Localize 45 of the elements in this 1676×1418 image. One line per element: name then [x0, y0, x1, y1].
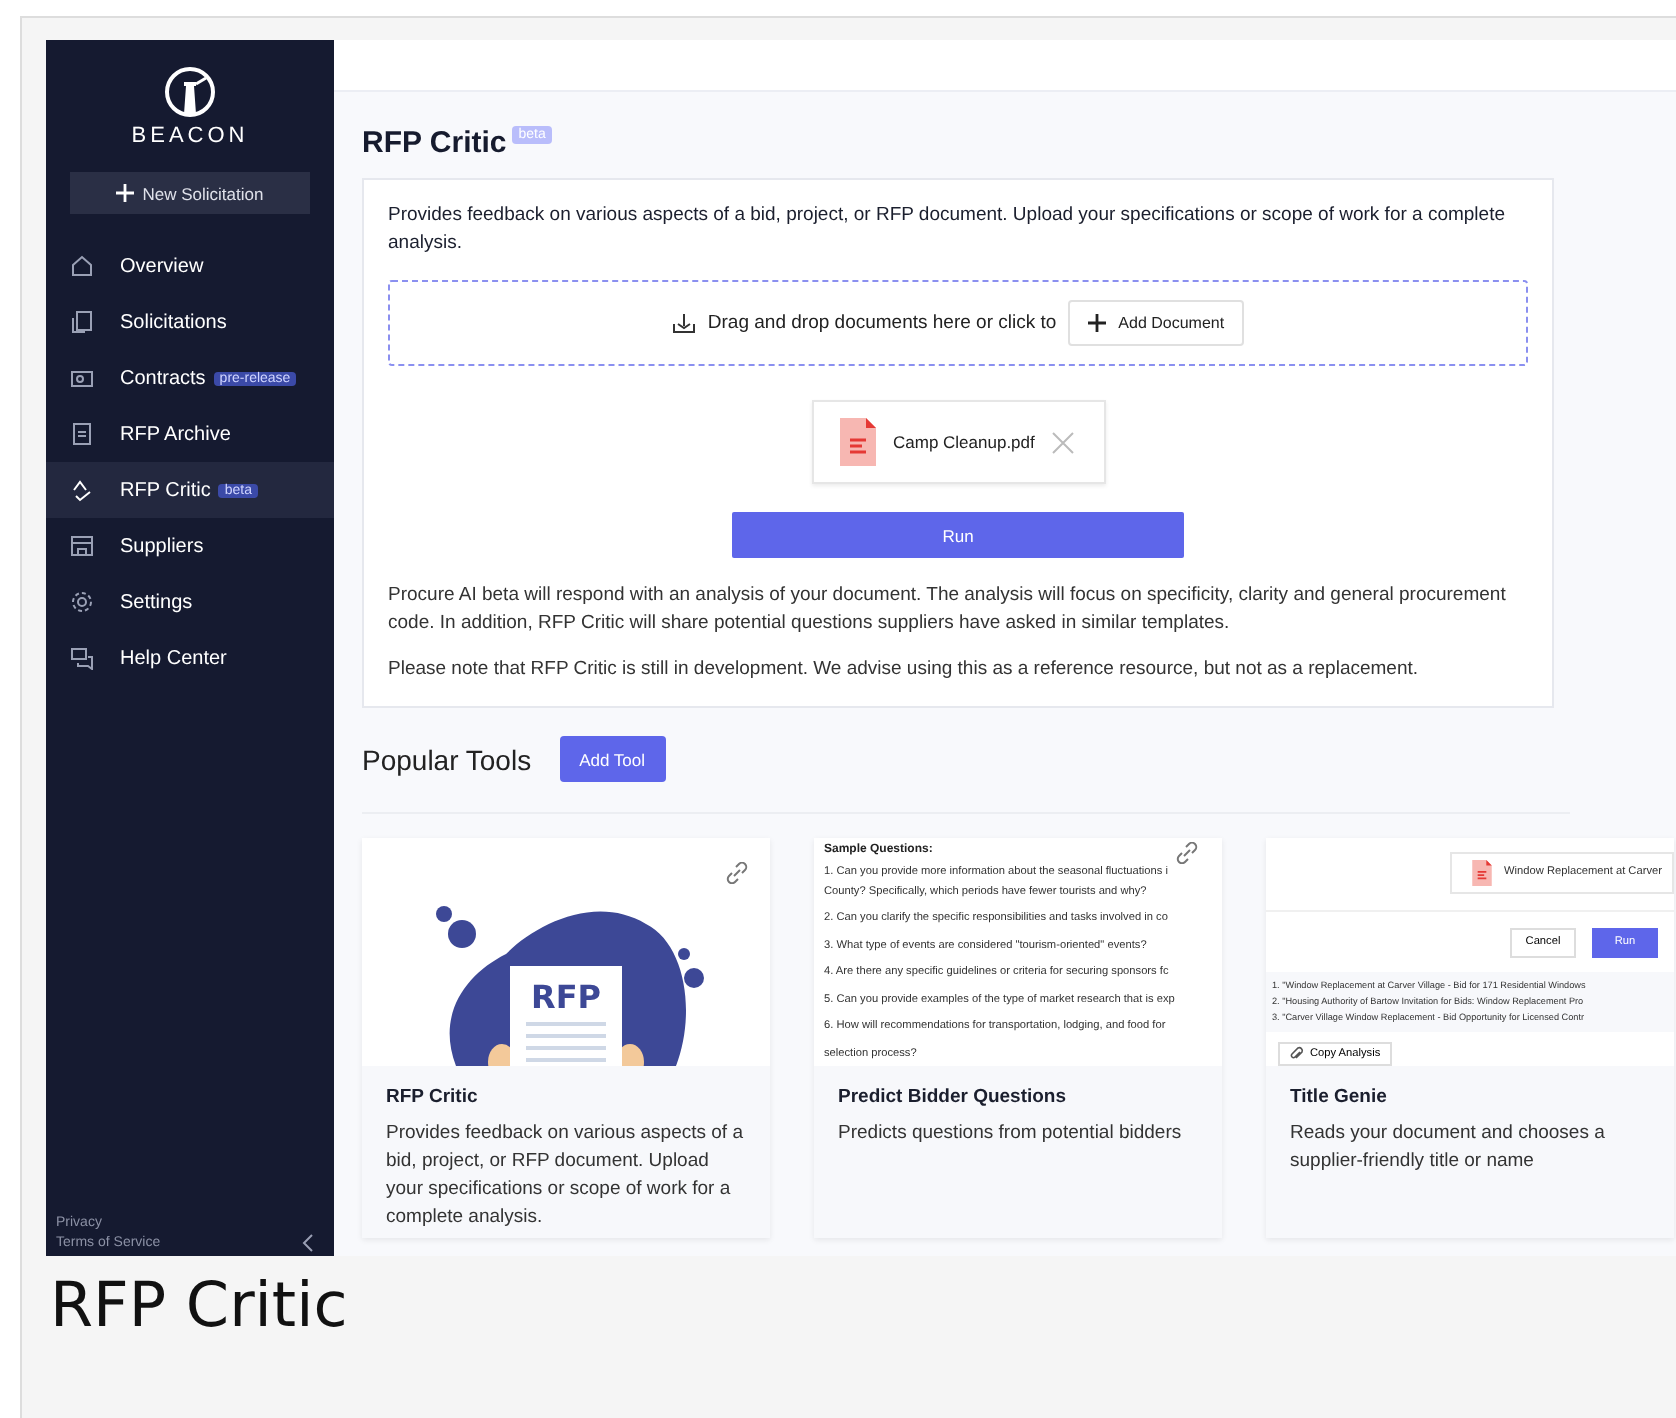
card-title: Title Genie [1290, 1086, 1389, 1108]
dropzone[interactable]: Drag and drop documents here or click to Add Document [388, 280, 1528, 366]
add-document-button[interactable]: Add Document [1068, 300, 1245, 346]
tool-card[interactable] [1266, 838, 1674, 1238]
sidebar-item[interactable]: Settings [46, 574, 334, 630]
store-icon [70, 534, 94, 558]
caption: RFP Critic [50, 1270, 350, 1342]
collapse-chevron-icon[interactable] [302, 1234, 314, 1252]
contract-icon [70, 366, 94, 390]
file-name: Camp Cleanup.pdf [893, 432, 1035, 452]
chat-icon [70, 646, 94, 670]
docs-icon [70, 310, 94, 334]
tool-card[interactable]: RFP RFP Critic Provides feedback on various aspects of a bid, project, or RFP document. Upload your specifications or scope of work for a complete analysis. [362, 838, 770, 1238]
run-button[interactable]: Run [732, 512, 1184, 558]
dropzone-text: Drag and drop documents here or click to [707, 312, 1057, 334]
sidebar-item[interactable]: Suppliers [46, 518, 334, 574]
link-icon[interactable] [726, 862, 748, 884]
info-note: Please note that RFP Critic is still in development. We advise using this as a reference resource, but not as a replacement. [388, 656, 1421, 684]
card-description: Provides feedback on various aspects of a bid, project, or RFP document. Upload your specifications or scope of work for a complete analysis. [386, 1120, 745, 1232]
pdf-file-icon [1472, 859, 1492, 886]
sidebar-item[interactable]: RFP Archive [46, 406, 334, 462]
new-solicitation-button[interactable]: New Solicitation [70, 172, 310, 214]
card-title: Predict Bidder Questions [838, 1086, 1069, 1108]
sidebar-item[interactable]: Solicitations [46, 294, 334, 350]
tool-card[interactable] [814, 838, 1222, 1238]
plus-icon [116, 184, 135, 202]
page-title: RFP Critic [362, 126, 507, 160]
archive-icon [70, 422, 94, 446]
info-note: Procure AI beta will respond with an analysis of your document. The analysis will focus on specificity, clarity and general procurement code. In addition, RFP Critic will share potential questions suppliers have asked in similar templates. [388, 582, 1508, 638]
brand-name: BEACON [131, 124, 249, 148]
sidebar-item[interactable]: Help Center [46, 630, 334, 686]
plus-icon [1088, 314, 1107, 332]
lighthouse-logo-icon [164, 66, 216, 118]
section-heading: Popular Tools [362, 743, 532, 775]
link-icon[interactable] [1176, 842, 1198, 864]
sidebar-item[interactable]: Overview [46, 238, 334, 294]
home-icon [70, 254, 94, 278]
pdf-file-icon [839, 418, 875, 466]
gear-icon [70, 590, 94, 614]
add-tool-button[interactable]: Add Tool [559, 736, 666, 782]
card-description: Predicts questions from potential bidders [838, 1120, 1184, 1148]
card-description: Reads your document and chooses a supplier-friendly title or name [1290, 1120, 1607, 1176]
intro-text: Provides feedback on various aspects of a bid, project, or RFP document. Upload your specifications or scope of work for a complete analysis. [388, 202, 1507, 258]
card-title: RFP Critic [386, 1086, 480, 1108]
paperclip-icon [1290, 1045, 1304, 1062]
